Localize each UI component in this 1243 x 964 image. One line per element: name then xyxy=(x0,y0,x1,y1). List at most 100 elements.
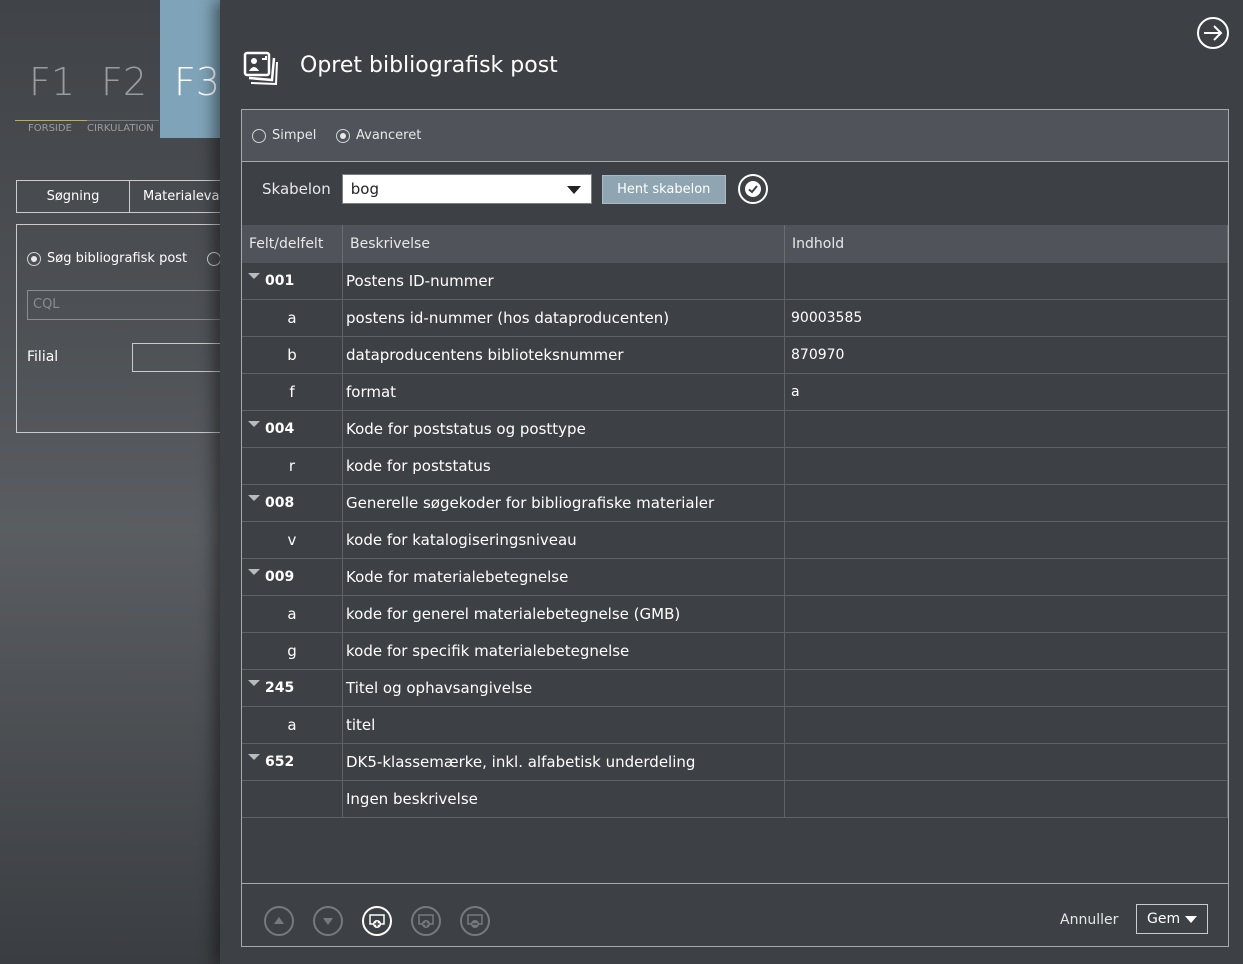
expand-triangle-icon[interactable] xyxy=(248,495,260,501)
save-dropdown-button[interactable]: Gem xyxy=(1136,904,1208,934)
page-title: Opret bibliografisk post xyxy=(300,53,558,78)
field-content-cell[interactable]: a xyxy=(785,374,1228,410)
expand-triangle-icon[interactable] xyxy=(248,754,260,760)
field-content-cell[interactable] xyxy=(785,411,1228,447)
table-row[interactable]: 004 Kode for poststatus og posttype xyxy=(242,411,1228,448)
remove-field-icon[interactable] xyxy=(460,906,490,936)
expand-triangle-icon[interactable] xyxy=(248,273,260,279)
column-header-description[interactable]: Beskrivelse xyxy=(343,225,785,263)
field-code: g xyxy=(287,642,297,660)
field-content-cell[interactable] xyxy=(785,781,1228,817)
expand-triangle-icon[interactable] xyxy=(248,680,260,686)
add-field-icon[interactable] xyxy=(362,906,392,936)
field-code-cell: g xyxy=(242,633,343,669)
record-editor-frame: Simpel Avanceret Skabelon bog Hent skabe… xyxy=(241,109,1229,947)
exit-icon[interactable] xyxy=(1197,17,1229,49)
field-content-cell[interactable] xyxy=(785,633,1228,669)
table-row[interactable]: b dataproducentens biblioteksnummer 870970 xyxy=(242,337,1228,374)
table-row[interactable]: 001 Postens ID-nummer xyxy=(242,263,1228,300)
field-code: v xyxy=(287,531,297,549)
field-description: Ingen beskrivelse xyxy=(343,781,785,817)
field-content-cell[interactable] xyxy=(785,559,1228,595)
background-app: F1 FORSIDE F2 CIRKULATION F3 Søgning Mat… xyxy=(0,0,241,964)
field-description: DK5-klassemærke, inkl. alfabetisk underd… xyxy=(343,744,785,780)
mode-advanced-label: Avanceret xyxy=(356,128,422,143)
table-row[interactable]: 009 Kode for materialebetegnelse xyxy=(242,559,1228,596)
field-code-cell: a xyxy=(242,707,343,743)
field-code-cell xyxy=(242,781,343,817)
table-row[interactable]: v kode for katalogiseringsniveau xyxy=(242,522,1228,559)
chevron-down-icon xyxy=(566,186,581,194)
field-description: postens id-nummer (hos dataproducenten) xyxy=(343,300,785,336)
mode-advanced-radio[interactable]: Avanceret xyxy=(336,128,421,143)
field-code: 245 xyxy=(265,680,295,696)
fkey-f1-number: F1 xyxy=(29,60,76,104)
field-code: f xyxy=(289,383,295,401)
mode-simple-label: Simpel xyxy=(272,128,317,143)
table-row[interactable]: Ingen beskrivelse xyxy=(242,781,1228,818)
field-description: dataproducentens biblioteksnummer xyxy=(343,337,785,373)
field-content-cell[interactable] xyxy=(785,744,1228,780)
field-content-cell[interactable] xyxy=(785,448,1228,484)
mode-bar: Simpel Avanceret xyxy=(242,110,1228,162)
cancel-button[interactable]: Annuller xyxy=(1060,912,1118,928)
field-content-cell[interactable] xyxy=(785,522,1228,558)
fkey-f2[interactable]: F2 CIRKULATION xyxy=(87,0,159,138)
table-row[interactable]: f format a xyxy=(242,374,1228,411)
check-icon[interactable] xyxy=(737,174,768,204)
field-content-cell[interactable] xyxy=(785,707,1228,743)
mode-simple-radio[interactable]: Simpel xyxy=(252,128,316,143)
fetch-template-button[interactable]: Hent skabelon xyxy=(601,174,726,204)
field-code-cell: 245 xyxy=(242,670,343,706)
template-select-value: bog xyxy=(350,180,379,198)
field-description: kode for specifik materialebetegnelse xyxy=(343,633,785,669)
field-description: Kode for materialebetegnelse xyxy=(343,559,785,595)
radio-indicator xyxy=(336,128,350,143)
arrow-right-icon xyxy=(1204,25,1223,41)
table-row[interactable]: 245 Titel og ophavsangivelse xyxy=(242,670,1228,707)
table-row[interactable]: 652 DK5-klassemærke, inkl. alfabetisk und… xyxy=(242,744,1228,781)
table-row[interactable]: 008 Generelle søgekoder for bibliografisk… xyxy=(242,485,1228,522)
cql-input[interactable]: CQL xyxy=(27,290,241,320)
field-code-cell: a xyxy=(242,300,343,336)
table-body: 001 Postens ID-nummer a postens id-nummer (… xyxy=(242,263,1228,818)
table-row[interactable]: a titel xyxy=(242,707,1228,744)
field-description: kode for generel materialebetegnelse (GM… xyxy=(343,596,785,632)
field-content-cell[interactable] xyxy=(785,263,1228,299)
field-code: 652 xyxy=(265,754,295,770)
move-up-icon[interactable] xyxy=(264,906,294,936)
add-subfield-icon[interactable] xyxy=(411,906,441,936)
field-code: a xyxy=(287,309,297,327)
field-content-cell[interactable] xyxy=(785,596,1228,632)
field-code-cell: r xyxy=(242,448,343,484)
table-row[interactable]: a postens id-nummer (hos dataproducenten)… xyxy=(242,300,1228,337)
field-content-cell[interactable] xyxy=(785,485,1228,521)
table-header: Felt/delfelt Beskrivelse Indhold xyxy=(242,225,1228,263)
field-code: b xyxy=(287,346,297,364)
column-header-field[interactable]: Felt/delfelt xyxy=(242,225,343,263)
table-row[interactable]: g kode for specifik materialebetegnelse xyxy=(242,633,1228,670)
field-code-cell: b xyxy=(242,337,343,373)
fkey-f3-number: F3 xyxy=(174,60,221,104)
filial-label: Filial xyxy=(27,349,59,365)
move-down-icon[interactable] xyxy=(313,906,343,936)
table-row[interactable]: r kode for poststatus xyxy=(242,448,1228,485)
expand-triangle-icon[interactable] xyxy=(248,421,260,427)
search-bibliographic-radio[interactable]: Søg bibliografisk post xyxy=(27,251,227,266)
column-header-content[interactable]: Indhold xyxy=(785,225,1228,263)
fkey-f1[interactable]: F1 FORSIDE xyxy=(15,0,87,138)
field-description: Postens ID-nummer xyxy=(343,263,785,299)
tab-search[interactable]: Søgning xyxy=(16,180,130,213)
field-content-cell[interactable]: 870970 xyxy=(785,337,1228,373)
field-content-cell[interactable] xyxy=(785,670,1228,706)
check-glyph xyxy=(744,181,761,197)
expand-triangle-icon[interactable] xyxy=(248,569,260,575)
field-code: r xyxy=(288,457,296,475)
field-description: format xyxy=(343,374,785,410)
field-content-cell[interactable]: 90003585 xyxy=(785,300,1228,336)
field-code-cell: v xyxy=(242,522,343,558)
template-select[interactable]: bog xyxy=(341,174,592,204)
radio-indicator xyxy=(252,128,266,143)
table-row[interactable]: a kode for generel materialebetegnelse (G… xyxy=(242,596,1228,633)
fkey-f2-label: CIRKULATION xyxy=(87,120,159,134)
